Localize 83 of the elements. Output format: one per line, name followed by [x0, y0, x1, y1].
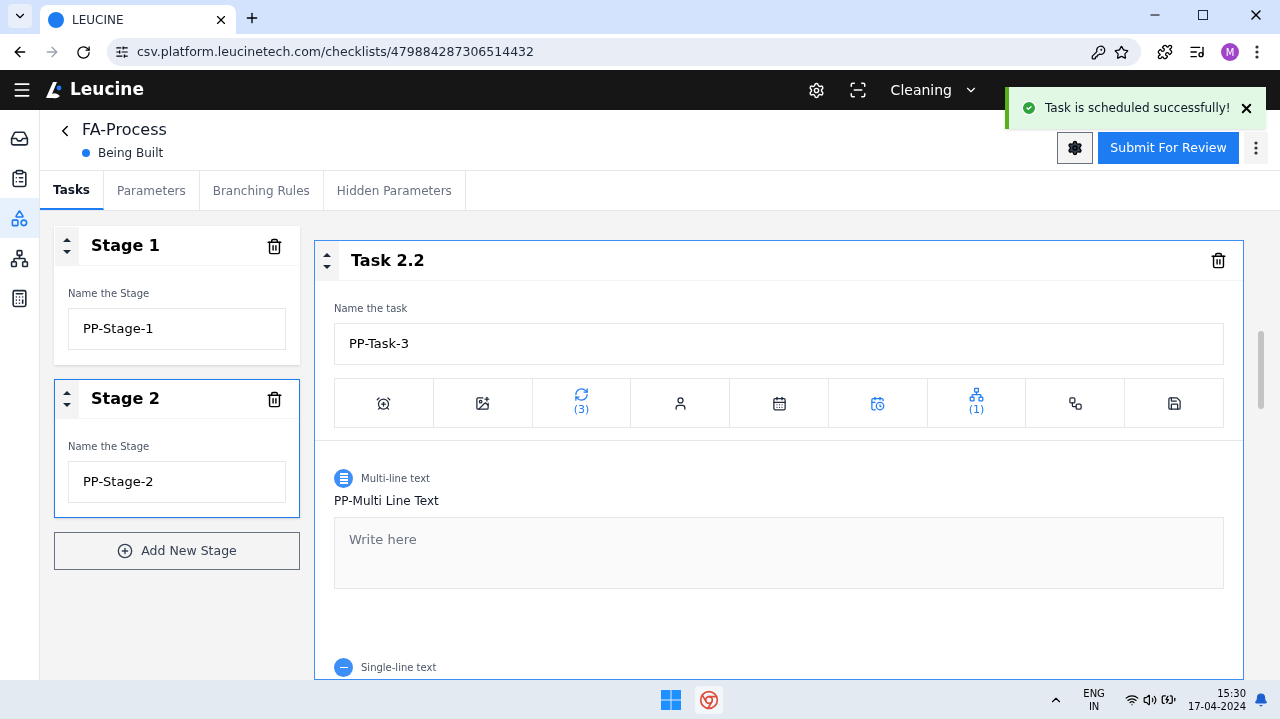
add-stage-button[interactable]: Add New Stage: [54, 532, 300, 570]
menu-icon[interactable]: [12, 80, 32, 100]
trash-icon[interactable]: [266, 390, 283, 408]
text-area[interactable]: Write here: [334, 517, 1224, 589]
reload-icon[interactable]: [76, 44, 91, 60]
bell-icon[interactable]: [1254, 692, 1268, 707]
task-option-button[interactable]: (3): [532, 379, 632, 427]
up-arrow-icon[interactable]: [63, 391, 71, 395]
field-label: Name the Stage: [68, 287, 151, 301]
start-icon[interactable]: [660, 689, 681, 710]
parameter-type: Multi-line text: [361, 472, 430, 486]
task-name-field[interactable]: PP-Task-3: [334, 323, 1224, 365]
scan-icon[interactable]: [848, 81, 867, 99]
stage-name-field[interactable]: PP-Stage-2: [68, 461, 286, 503]
plus-circle-icon: [117, 543, 134, 559]
browser-tab[interactable]: LEUCINE: [40, 5, 236, 34]
site-icon: [48, 11, 64, 28]
media-icon[interactable]: [1189, 44, 1205, 60]
speaker-icon[interactable]: [1142, 692, 1157, 707]
brand-name: Leucine: [70, 78, 144, 102]
new-tab-icon[interactable]: [244, 10, 260, 26]
stage-title: Stage 2: [91, 388, 161, 410]
down-arrow-icon[interactable]: [323, 264, 331, 269]
tab-list-button[interactable]: [8, 4, 32, 28]
up-arrow-icon[interactable]: [323, 252, 331, 257]
key-icon[interactable]: [1091, 44, 1106, 60]
shapes-icon: [10, 208, 29, 228]
battery-icon[interactable]: [1160, 692, 1176, 707]
reorder-control[interactable]: [55, 380, 79, 418]
parameter-type: Single-line text: [361, 661, 437, 675]
down-arrow-icon[interactable]: [63, 250, 71, 254]
puzzle-icon[interactable]: [1157, 44, 1173, 60]
scrollbar-thumb[interactable]: [1258, 331, 1264, 409]
clipboard-icon: [10, 168, 29, 188]
page-title: FA-Process: [82, 119, 167, 141]
text-type-icon: [334, 469, 353, 488]
trash-icon[interactable]: [266, 237, 283, 255]
stage-card[interactable]: Stage 1 Name the Stage PP-Stage-1: [54, 226, 300, 365]
tab[interactable]: Hidden Parameters: [323, 171, 466, 210]
tab-title: LEUCINE: [72, 11, 125, 29]
settings-icon: [1067, 140, 1083, 156]
language-text[interactable]: ENG: [1083, 686, 1105, 700]
field-label: Name the task: [334, 302, 409, 316]
star-icon[interactable]: [1114, 44, 1129, 60]
browser-app-icon[interactable]: [694, 685, 723, 714]
tab[interactable]: Branching Rules: [199, 171, 324, 210]
toast-message: Task is scheduled successfully!: [1045, 100, 1231, 117]
down-arrow-icon[interactable]: [63, 403, 71, 407]
stage-title: Stage 1: [91, 235, 161, 257]
tab[interactable]: Tasks: [40, 171, 104, 210]
parameter-name: PP-Multi Line Text: [334, 493, 440, 510]
calculator-icon: [10, 288, 29, 308]
url-text: csv.platform.leucinetech.com/checklists/479884287306514432: [137, 42, 535, 61]
settings-icon[interactable]: [807, 81, 825, 99]
stage-name-field[interactable]: PP-Stage-1: [68, 308, 286, 350]
task-option-button[interactable]: (1): [927, 379, 1027, 427]
profile-avatar[interactable]: M: [1221, 43, 1239, 61]
reorder-control[interactable]: [55, 227, 79, 265]
submit-button[interactable]: Submit For Review: [1098, 132, 1239, 164]
site-settings-icon[interactable]: [115, 45, 129, 59]
tab[interactable]: Parameters: [104, 171, 200, 210]
address-bar[interactable]: csv.platform.leucinetech.com/checklists/479884287306514432: [107, 38, 1141, 66]
up-arrow-icon[interactable]: [63, 238, 71, 242]
region-text[interactable]: IN: [1088, 699, 1100, 713]
clock-date[interactable]: 17-04-2024: [1187, 699, 1246, 713]
network-icon: [10, 248, 29, 268]
stage-card[interactable]: Stage 2 Name the Stage PP-Stage-2: [54, 379, 300, 518]
text-type-icon: [334, 658, 353, 677]
wifi-icon[interactable]: [1124, 692, 1139, 707]
clock-time[interactable]: 15:30: [1217, 686, 1246, 700]
more-icon[interactable]: [1255, 45, 1259, 59]
more-icon[interactable]: [1254, 141, 1258, 155]
check-circle-icon: [1021, 100, 1037, 116]
field-label: Name the Stage: [68, 440, 151, 454]
settings-button[interactable]: [1057, 132, 1093, 164]
reorder-control[interactable]: [315, 241, 339, 280]
restore-icon[interactable]: [1198, 10, 1208, 20]
trash-icon[interactable]: [1210, 252, 1227, 269]
facility-dropdown[interactable]: Cleaning: [890, 79, 978, 101]
status-text: Being Built: [98, 145, 164, 162]
back-icon[interactable]: [12, 44, 28, 60]
inbox-icon: [10, 128, 29, 148]
task-title: Task 2.2: [351, 249, 426, 272]
